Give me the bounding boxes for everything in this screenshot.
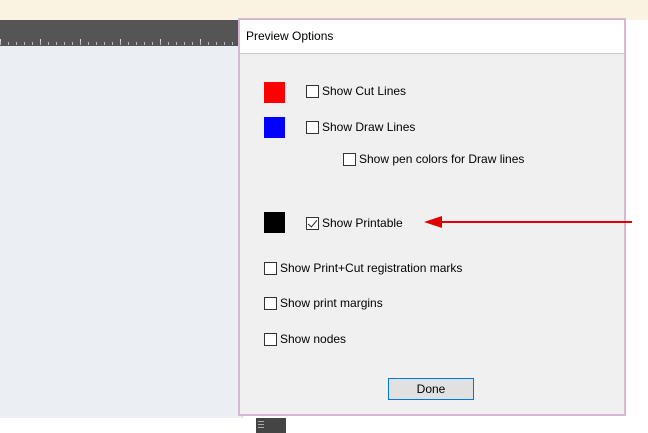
show-draw-lines-option[interactable]: Show Draw Lines [306, 120, 415, 134]
show-print-margins-label: Show print margins [280, 296, 383, 310]
show-printable-option[interactable]: Show Printable [306, 216, 403, 230]
horizontal-ruler [0, 20, 242, 46]
show-registration-marks-option[interactable]: Show Print+Cut registration marks [264, 261, 462, 275]
show-pen-colors-checkbox[interactable] [343, 152, 356, 166]
show-nodes-label: Show nodes [280, 332, 347, 346]
draw-lines-color-swatch [264, 117, 285, 138]
show-cut-lines-option[interactable]: Show Cut Lines [306, 84, 406, 98]
done-button[interactable]: Done [388, 378, 474, 400]
show-cut-lines-checkbox[interactable] [306, 84, 319, 98]
show-pen-colors-option[interactable]: Show pen colors for Draw lines [343, 152, 524, 166]
design-canvas[interactable] [0, 46, 243, 418]
dialog-titlebar[interactable]: Preview Options [240, 20, 624, 54]
show-print-margins-checkbox[interactable] [264, 296, 277, 310]
show-cut-lines-label: Show Cut Lines [322, 84, 407, 98]
show-nodes-checkbox[interactable] [264, 332, 277, 346]
app-top-band [0, 0, 648, 20]
dialog-title: Preview Options [246, 29, 334, 43]
scrollbar-grip[interactable] [256, 418, 286, 433]
printable-color-swatch [264, 212, 285, 233]
show-registration-marks-checkbox[interactable] [264, 261, 277, 275]
show-registration-marks-label: Show Print+Cut registration marks [280, 261, 463, 275]
cut-lines-color-swatch [264, 82, 285, 103]
show-pen-colors-label: Show pen colors for Draw lines [359, 152, 525, 166]
show-print-margins-option[interactable]: Show print margins [264, 296, 383, 310]
show-draw-lines-checkbox[interactable] [306, 120, 319, 134]
done-button-label: Done [416, 382, 446, 396]
show-nodes-option[interactable]: Show nodes [264, 332, 346, 346]
arrow-left-icon [424, 216, 632, 228]
show-printable-checkbox[interactable] [306, 216, 319, 230]
show-printable-label: Show Printable [322, 216, 403, 230]
show-draw-lines-label: Show Draw Lines [322, 120, 416, 134]
